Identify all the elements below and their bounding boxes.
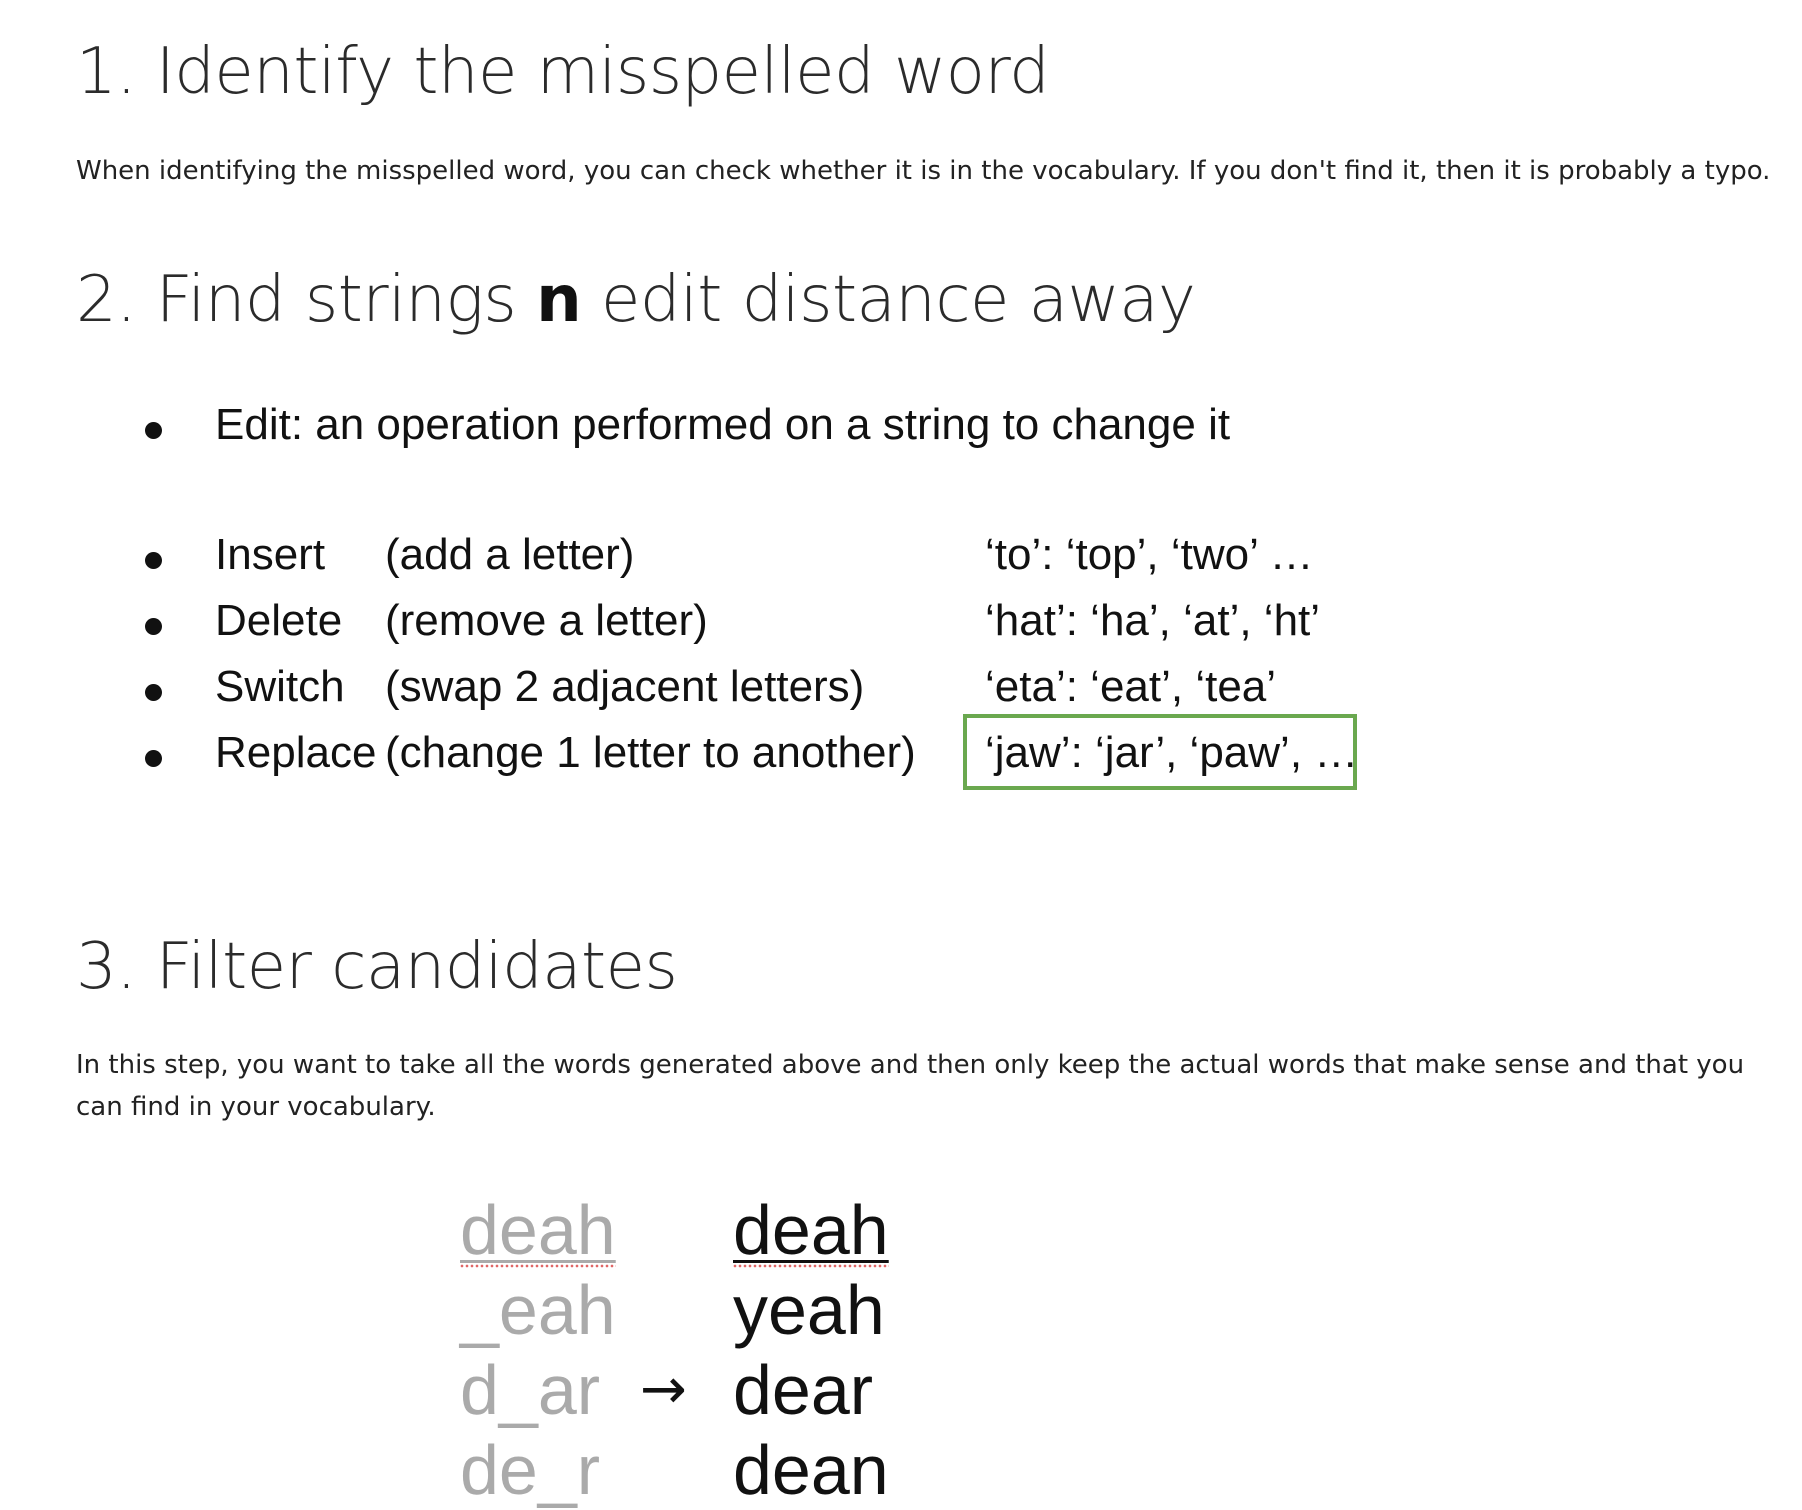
section1-heading: 1. Identify the misspelled word [76, 35, 1050, 109]
candidate-item: deah [733, 1190, 889, 1270]
operation-example: ‘to’: ‘top’, ‘two’ … [985, 530, 1314, 579]
replace-example-highlight-box [963, 714, 1357, 790]
bullet-icon [145, 684, 162, 701]
operation-name: Delete [215, 596, 343, 645]
operation-description: (remove a letter) [385, 596, 708, 645]
operation-name: Insert [215, 530, 326, 579]
operation-example: ‘eta’: ‘eat’, ‘tea’ [985, 662, 1277, 711]
operation-name: Switch [215, 662, 345, 711]
candidate-item: _eah [460, 1271, 616, 1349]
candidate-item: de_r [460, 1431, 601, 1509]
section2-heading-n: n [536, 263, 582, 337]
right-arrow-icon: → [640, 1357, 687, 1422]
edit-definition-text: Edit: an operation performed on a string… [215, 400, 1231, 449]
misspelled-word: deah [460, 1191, 616, 1269]
bullet-icon [145, 618, 162, 635]
section3-heading: 3. Filter candidates [76, 930, 678, 1004]
section2-heading-prefix: 2. Find strings [76, 263, 537, 337]
operation-description: (change 1 letter to another) [385, 728, 916, 777]
section3-paragraph: In this step, you want to take all the w… [76, 1050, 1745, 1122]
candidate-item: dean [733, 1431, 889, 1509]
section1-paragraph: When identifying the misspelled word, yo… [76, 156, 1771, 186]
candidate-item: d_ar [460, 1351, 601, 1429]
candidate-item: yeah [733, 1271, 885, 1349]
filtered-candidates-list: deah yeah dear dean [733, 1190, 889, 1510]
operation-name: Replace [215, 728, 377, 777]
operation-description: (swap 2 adjacent letters) [385, 662, 865, 711]
bullet-icon [145, 552, 162, 569]
candidate-item: dear [733, 1351, 874, 1429]
operation-description: (add a letter) [385, 530, 635, 579]
bullet-icon [145, 750, 162, 767]
section2-heading: 2. Find strings n edit distance away [76, 268, 1196, 332]
misspelled-word: deah [733, 1191, 889, 1269]
bullet-icon [145, 422, 162, 439]
candidate-item: deah [460, 1190, 616, 1270]
operation-example: ‘hat’: ‘ha’, ‘at’, ‘ht’ [985, 596, 1321, 645]
section2-heading-suffix: edit distance away [581, 263, 1196, 337]
generated-candidates-list: deah _eah d_ar de_r [460, 1190, 616, 1510]
